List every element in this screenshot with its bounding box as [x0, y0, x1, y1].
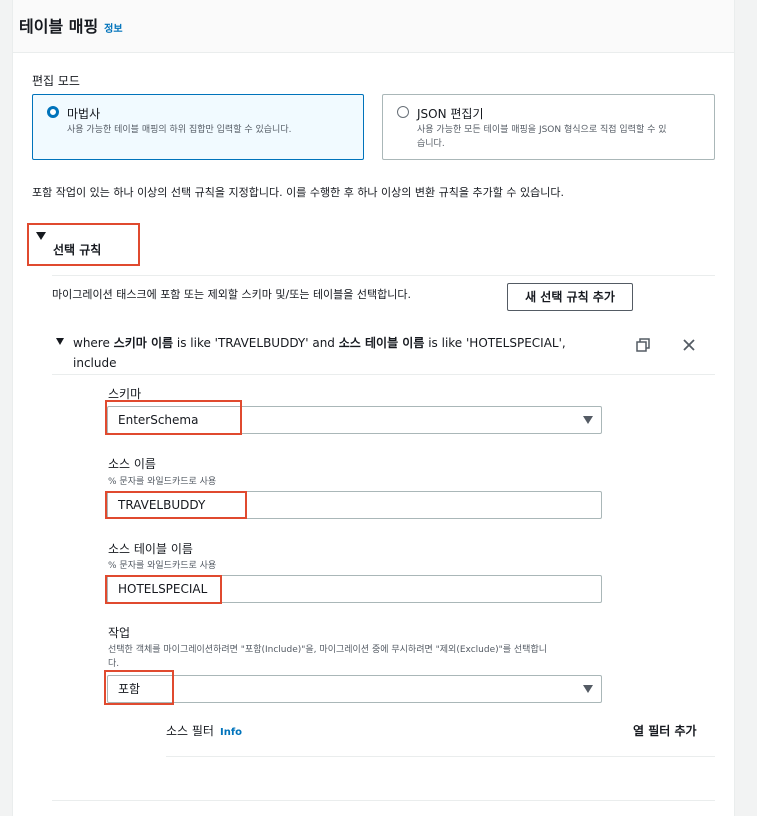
- add-column-filter-link[interactable]: 열 필터 추가: [633, 722, 697, 739]
- json-desc-line1: 사용 가능한 모든 테이블 매핑을 JSON 형식으로 직접 입력할 수 있: [417, 125, 667, 135]
- rule-expand-icon[interactable]: [56, 338, 64, 345]
- json-desc: 사용 가능한 모든 테이블 매핑을 JSON 형식으로 직접 입력할 수 있 습…: [417, 123, 667, 151]
- highlight-box: [105, 491, 247, 519]
- title-text: 테이블 매핑: [19, 17, 99, 36]
- source-filter-header: 소스 필터 Info: [166, 722, 242, 739]
- action-label: 작업: [108, 626, 131, 640]
- selection-rules-description: 마이그레이션 태스크에 포함 또는 제외할 스키마 및/또는 테이블을 선택합니…: [52, 288, 412, 301]
- wizard-title: 마법사: [67, 107, 101, 121]
- summary-text: is like 'HOTELSPECIAL',: [424, 336, 566, 350]
- json-desc-line2: 습니다.: [417, 139, 445, 149]
- highlight-box: [105, 400, 242, 435]
- source-table-hint: % 문자를 와일드카드로 사용: [108, 561, 217, 571]
- wizard-radio[interactable]: [47, 106, 59, 118]
- chevron-down-icon: [583, 416, 593, 424]
- summary-bold: 소스 테이블 이름: [338, 336, 425, 350]
- highlight-box: [105, 575, 222, 604]
- source-filter-label: 소스 필터: [166, 724, 214, 738]
- copy-icon[interactable]: [636, 338, 650, 352]
- page-title: 테이블 매핑 정보: [19, 13, 123, 37]
- table-mapping-panel: 테이블 매핑 정보 편집 모드 마법사 사용 가능한 테이블 매핑의 하위 집합만…: [12, 0, 735, 816]
- source-table-label: 소스 테이블 이름: [108, 542, 193, 556]
- highlight-box: [27, 223, 140, 266]
- divider: [52, 275, 715, 276]
- chevron-down-icon: [583, 685, 593, 693]
- action-select[interactable]: 포함: [107, 675, 602, 703]
- highlight-box: [104, 670, 174, 705]
- action-hint-line2: 다.: [108, 659, 120, 669]
- json-editor-option-card[interactable]: JSON 편집기 사용 가능한 모든 테이블 매핑을 JSON 형식으로 직접 …: [382, 94, 715, 160]
- rule-summary-line1: where 스키마 이름 is like 'TRAVELBUDDY' and 소…: [73, 333, 573, 353]
- action-hint-line1: 선택한 객체를 마이그레이션하려면 "포함(Include)"을, 마이그레이션…: [108, 645, 548, 655]
- summary-text: is like 'TRAVELBUDDY' and: [173, 336, 339, 350]
- summary-bold: 스키마 이름: [113, 336, 174, 350]
- rule-summary-line2: include: [73, 356, 117, 370]
- divider: [52, 374, 715, 375]
- rule-summary[interactable]: where 스키마 이름 is like 'TRAVELBUDDY' and 소…: [73, 333, 573, 373]
- divider: [166, 756, 715, 757]
- json-radio[interactable]: [397, 106, 409, 118]
- source-filter-info-link[interactable]: Info: [220, 727, 242, 738]
- wizard-desc: 사용 가능한 테이블 매핑의 하위 집합만 입력할 수 있습니다.: [67, 125, 292, 135]
- panel-header: 테이블 매핑 정보: [13, 0, 734, 53]
- intro-text: 포함 작업이 있는 하나 이상의 선택 규칙을 지정합니다. 이를 수행한 후 …: [32, 186, 564, 199]
- info-link[interactable]: 정보: [104, 24, 122, 35]
- divider: [52, 800, 715, 801]
- add-selection-rule-button[interactable]: 새 선택 규칙 추가: [507, 283, 633, 311]
- json-title: JSON 편집기: [417, 107, 484, 121]
- edit-mode-label: 편집 모드: [32, 74, 80, 88]
- action-hint: 선택한 객체를 마이그레이션하려면 "포함(Include)"을, 마이그레이션…: [108, 643, 547, 671]
- summary-text: where: [73, 336, 114, 350]
- source-name-label: 소스 이름: [108, 457, 156, 471]
- close-icon[interactable]: [682, 338, 696, 352]
- wizard-option-card[interactable]: 마법사 사용 가능한 테이블 매핑의 하위 집합만 입력할 수 있습니다.: [32, 94, 364, 160]
- source-name-hint: % 문자를 와일드카드로 사용: [108, 477, 217, 487]
